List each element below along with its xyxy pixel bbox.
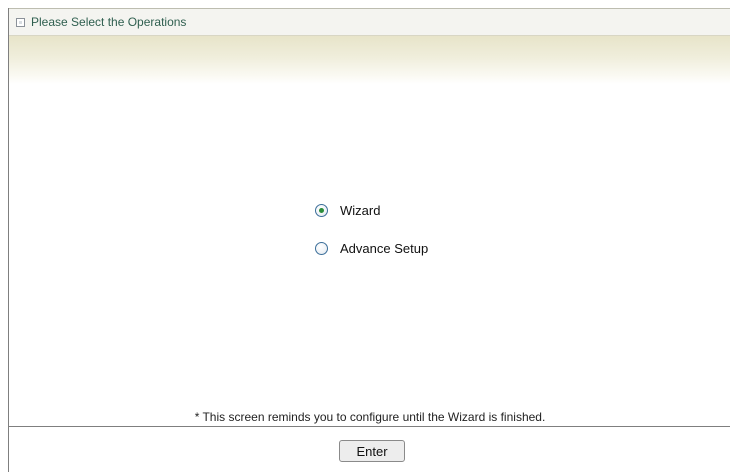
square-bullet-icon xyxy=(16,17,25,27)
option-advance-setup[interactable]: Advance Setup xyxy=(315,238,428,258)
footer-divider xyxy=(9,426,730,427)
option-wizard[interactable]: Wizard xyxy=(315,200,428,220)
panel-title: Please Select the Operations xyxy=(31,15,187,29)
operation-options: Wizard Advance Setup xyxy=(315,200,428,276)
wizard-label[interactable]: Wizard xyxy=(340,203,380,218)
panel-header: Please Select the Operations xyxy=(9,8,730,36)
header-gradient-band xyxy=(9,36,730,84)
wizard-radio[interactable] xyxy=(315,203,328,217)
operations-panel: Please Select the Operations Wizard Adva… xyxy=(8,8,730,472)
wizard-reminder-note: * This screen reminds you to configure u… xyxy=(194,410,546,424)
enter-button[interactable]: Enter xyxy=(339,440,405,462)
advance-setup-radio[interactable] xyxy=(315,241,328,255)
advance-setup-label[interactable]: Advance Setup xyxy=(340,241,428,256)
